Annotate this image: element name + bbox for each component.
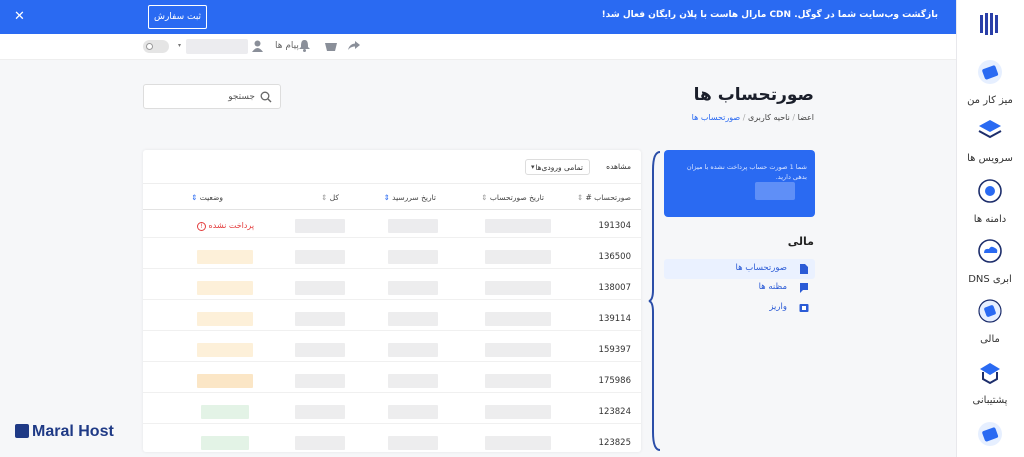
table-row[interactable]: 159397	[143, 336, 641, 362]
user-name-blurred[interactable]	[186, 39, 248, 54]
column-header-due-date[interactable]: تاریخ سررسید ⇕	[383, 193, 436, 202]
sort-icon: ⇕	[481, 193, 488, 202]
unpaid-summary-card: شما 1 صورت حساب پرداخت نشده با میزان بده…	[664, 150, 815, 217]
toggle-knob-icon	[146, 43, 153, 50]
curly-brace-icon	[648, 151, 661, 451]
status-blurred	[197, 343, 253, 357]
globe-icon	[978, 179, 1002, 203]
breadcrumb-item[interactable]: ناحیه کاربری	[748, 113, 790, 122]
sort-icon: ⇕	[191, 193, 198, 202]
sidebar-item-cloud-dns[interactable]: DNS ابری	[956, 238, 1024, 285]
status-badge: پرداخت نشده !	[197, 221, 254, 231]
search-icon	[260, 91, 272, 103]
unpaid-summary-text: شما 1 صورت حساب پرداخت نشده با میزان بده…	[686, 163, 807, 181]
user-icon	[252, 40, 263, 52]
alert-circle-icon: !	[197, 222, 206, 231]
app-frame: ✕ ثبت سفارش بازگشت وب‌سایت شما در گوگل. …	[0, 0, 1024, 457]
status-blurred	[197, 250, 253, 264]
amount-blurred	[755, 182, 795, 200]
place-order-button[interactable]: ثبت سفارش	[148, 5, 207, 29]
table-header: صورتحساب # ⇕ تاریخ صورتحساب ⇕ تاریخ سررس…	[143, 183, 641, 210]
finance-item-invoices[interactable]: صورتحساب ها	[664, 259, 815, 279]
desk-icon	[978, 422, 1002, 446]
entries-filter: مشاهده تمامی ورودی‌ها ▾	[511, 159, 631, 175]
layers-icon	[978, 120, 1002, 139]
main-sidebar: میز کار من سرویس ها دامنه ها DNS ابری ما…	[956, 0, 1024, 457]
status-blurred	[197, 312, 253, 326]
sidebar-item-domains[interactable]: دامنه ها	[956, 178, 1024, 225]
search-placeholder: جستجو	[228, 92, 255, 102]
search-box[interactable]: جستجو	[143, 84, 281, 109]
breadcrumb: اعضا / ناحیه کاربری / صورتحساب ها	[691, 113, 814, 122]
sidebar-item-services[interactable]: سرویس ها	[956, 117, 1024, 164]
bell-icon[interactable]	[299, 40, 310, 52]
status-blurred	[201, 436, 249, 450]
brand-mark-icon	[15, 424, 29, 438]
theme-toggle[interactable]	[143, 40, 169, 53]
sort-icon: ⇕	[576, 193, 584, 202]
table-row[interactable]: 136500	[143, 243, 641, 269]
column-header-status[interactable]: وضعیت ⇕	[191, 193, 223, 202]
sort-icon: ⇕	[383, 193, 390, 202]
breadcrumb-item-active: صورتحساب ها	[691, 113, 741, 122]
banner-message: بازگشت وب‌سایت شما در گوگل. CDN مارال ها…	[601, 10, 938, 20]
table-row[interactable]: 139114	[143, 305, 641, 331]
sort-icon: ⇕	[321, 193, 328, 202]
finance-title: مالی	[787, 235, 814, 248]
table-row[interactable]: 138007	[143, 274, 641, 300]
column-header-invoice[interactable]: صورتحساب # ⇕	[577, 193, 631, 202]
total-blurred	[295, 219, 345, 233]
support-icon	[980, 363, 1000, 385]
promo-banner: ✕ ثبت سفارش بازگشت وب‌سایت شما در گوگل. …	[0, 0, 956, 34]
sidebar-item-finance[interactable]: مالی	[956, 298, 1024, 345]
wallet-icon	[799, 304, 809, 312]
share-arrow-icon[interactable]	[348, 41, 360, 51]
flag-icon	[800, 283, 808, 293]
sidebar-item-support[interactable]: پشتیبانی	[956, 359, 1024, 406]
breadcrumb-item[interactable]: اعضا	[798, 113, 814, 122]
top-header: ▾ پیام ها	[0, 34, 956, 60]
document-icon	[800, 264, 808, 274]
invoice-table-card: مشاهده تمامی ورودی‌ها ▾ صورتحساب # ⇕ تار…	[143, 150, 641, 452]
desk-icon	[978, 60, 1002, 84]
cloud-dns-icon	[978, 239, 1002, 263]
brand-logo: Maral Host	[15, 423, 114, 441]
page-title: صورتحساب ها	[693, 85, 814, 105]
basket-icon[interactable]	[325, 41, 337, 51]
app-logo-icon[interactable]	[978, 12, 1002, 36]
column-header-total[interactable]: کل ⇕	[321, 193, 339, 202]
status-blurred	[197, 374, 253, 388]
table-row[interactable]: 123824	[143, 398, 641, 424]
finance-item-quotes[interactable]: مظنه ها	[664, 278, 815, 298]
entries-select[interactable]: تمامی ورودی‌ها ▾	[525, 159, 590, 175]
status-blurred	[197, 281, 253, 295]
status-blurred	[201, 405, 249, 419]
messages-label[interactable]: پیام ها	[275, 41, 299, 51]
table-row[interactable]: 191304 پرداخت نشده !	[143, 212, 641, 238]
sidebar-item-dashboard[interactable]: میز کار من	[956, 59, 1024, 106]
invoice-date-blurred	[485, 219, 551, 233]
chevron-down-icon[interactable]: ▾	[178, 42, 181, 49]
table-row[interactable]: 123825	[143, 429, 641, 452]
banner-close-icon[interactable]: ✕	[14, 9, 25, 24]
column-header-invoice-date[interactable]: تاریخ صورتحساب ⇕	[481, 193, 544, 202]
finance-item-deposit[interactable]: واریز	[664, 298, 815, 318]
chevron-down-icon: ▾	[531, 163, 535, 171]
sidebar-item-more[interactable]	[956, 421, 1024, 451]
table-row[interactable]: 175986	[143, 367, 641, 393]
finance-icon	[978, 299, 1002, 323]
filter-label: مشاهده	[606, 162, 631, 171]
due-date-blurred	[388, 219, 438, 233]
